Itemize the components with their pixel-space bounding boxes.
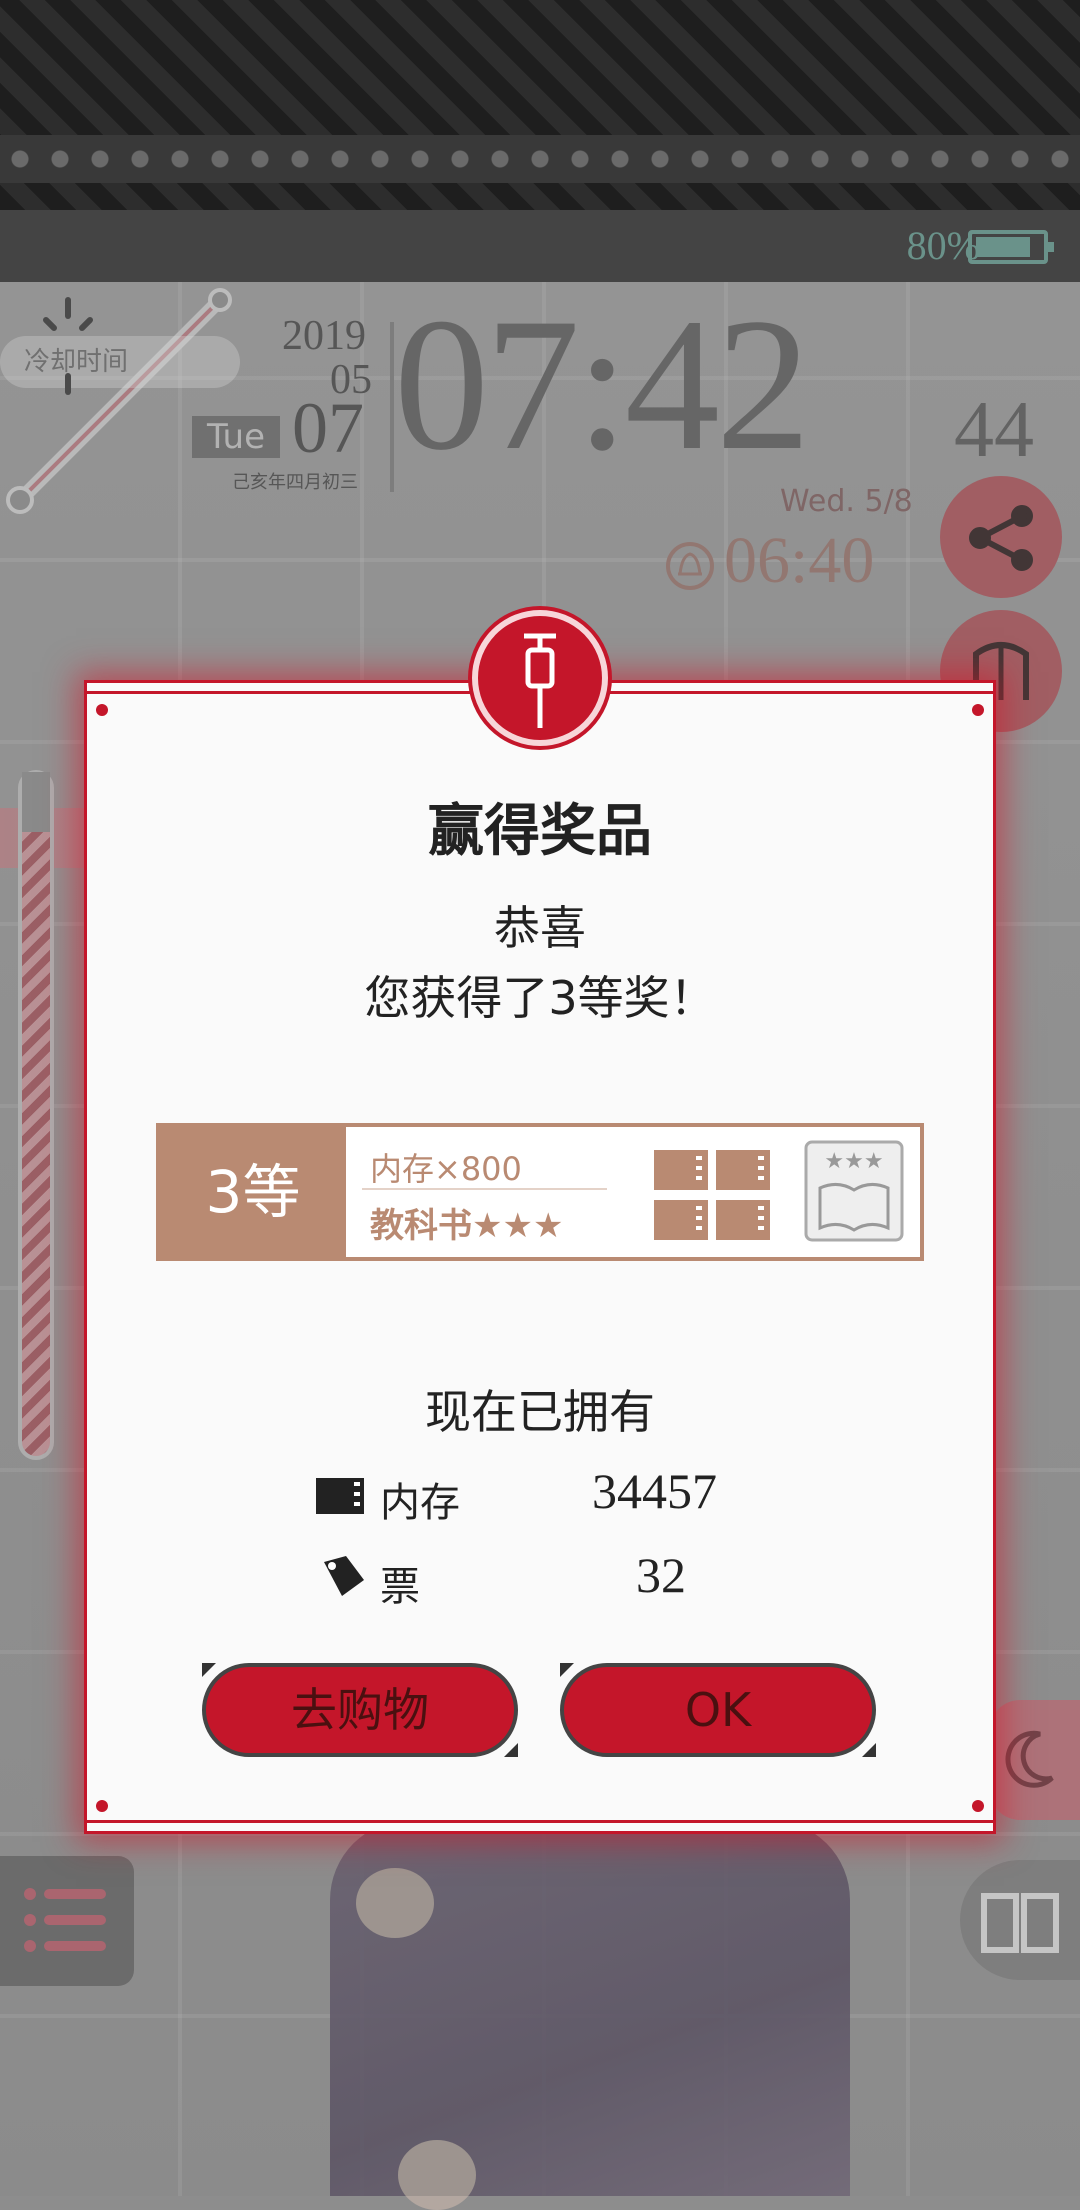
owned-memory-value: 34457 — [592, 1463, 717, 1519]
corner-dot — [96, 1800, 108, 1812]
owned-ticket-label: 票 — [380, 1564, 420, 1610]
header-decoration — [0, 0, 1080, 210]
owned-memory-label: 内存 — [380, 1480, 460, 1526]
corner-dot — [972, 704, 984, 716]
congrats-text: 恭喜 — [494, 901, 586, 955]
corner-dot — [96, 704, 108, 716]
prize-divider — [362, 1188, 607, 1190]
result-text: 您获得了3等奖！ — [364, 971, 716, 1025]
ticket-icon — [324, 1556, 364, 1596]
dialog-title: 赢得奖品 — [428, 799, 652, 864]
prize-item-memory: 内存×800 — [370, 1150, 522, 1188]
textbook-icon: ★★★ — [804, 1140, 904, 1242]
memory-cards-icon — [654, 1150, 770, 1240]
owned-ticket-value: 32 — [636, 1547, 686, 1603]
syringe-icon — [524, 633, 556, 728]
prize-item-textbook: 教科书★★★ — [370, 1206, 564, 1246]
corner-dot — [972, 1800, 984, 1812]
memory-card-icon — [316, 1478, 364, 1514]
svg-text:★★★: ★★★ — [824, 1149, 883, 1174]
owned-title: 现在已拥有 — [425, 1385, 655, 1439]
ok-button[interactable]: OK — [560, 1663, 876, 1757]
go-shopping-button[interactable]: 去购物 — [202, 1663, 518, 1757]
syringe-badge — [472, 610, 608, 746]
prize-tier: 3等 — [160, 1127, 346, 1257]
